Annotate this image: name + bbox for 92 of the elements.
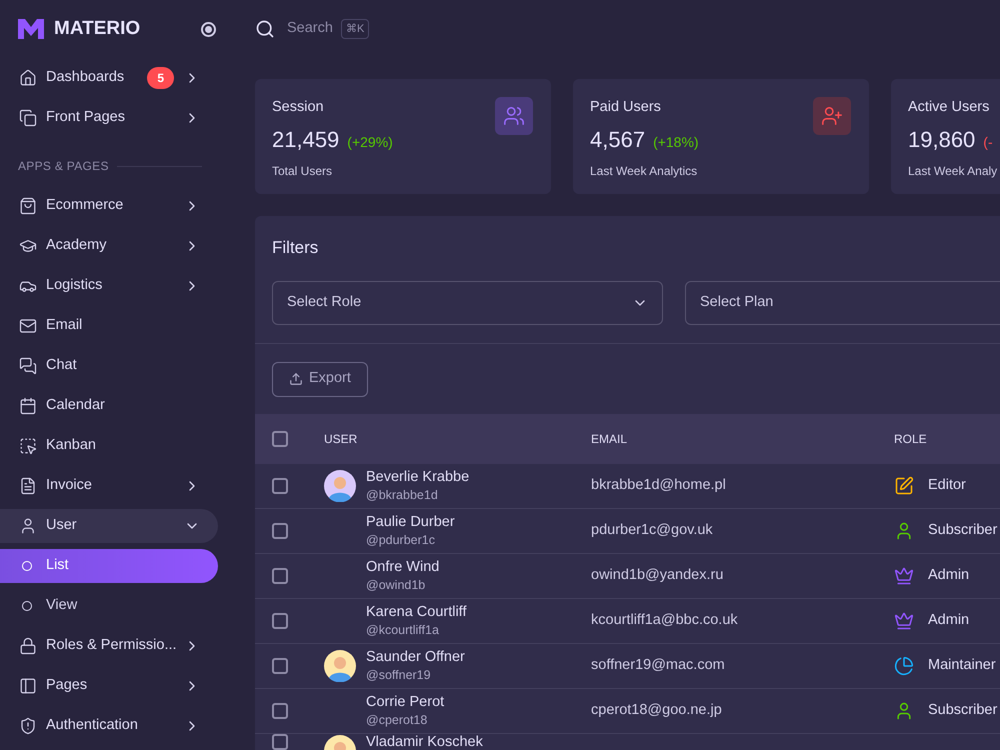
stat-value: 4,567 xyxy=(590,126,646,154)
checkbox[interactable] xyxy=(272,478,288,494)
checkbox[interactable] xyxy=(272,522,288,538)
calendar-icon xyxy=(19,397,37,415)
checkbox[interactable] xyxy=(272,568,288,584)
shopping-bag-icon xyxy=(19,197,37,215)
sidebar-item[interactable]: Calendar xyxy=(0,389,218,423)
logo-icon xyxy=(18,19,44,39)
lock-icon xyxy=(19,637,37,655)
sidebar-item[interactable]: User xyxy=(0,509,218,543)
panel-icon xyxy=(19,677,37,695)
graduation-cap-icon xyxy=(19,237,37,255)
sidebar-item[interactable]: Roles & Permissio... xyxy=(0,629,218,663)
table-cell-text: Admin xyxy=(928,610,970,630)
stat-title: Active Users xyxy=(908,98,990,117)
radio-icon[interactable] xyxy=(201,22,216,36)
sidebar-item[interactable]: Kanban xyxy=(0,429,218,463)
house-icon xyxy=(19,69,37,87)
user-handle: @soffner19 xyxy=(366,666,432,684)
table-cell-text: Editor xyxy=(928,476,966,495)
sidebar-item[interactable]: Email xyxy=(0,309,218,343)
sidebar-item[interactable]: Invoice xyxy=(0,469,218,503)
user-handle: @cperot18 xyxy=(366,712,428,728)
chat-icon xyxy=(19,357,37,375)
checkbox[interactable] xyxy=(272,702,288,718)
search-icon[interactable] xyxy=(255,19,275,39)
user-handle: @kcourtliff1a xyxy=(366,622,440,638)
upload-icon xyxy=(289,372,303,386)
sidebar-item[interactable]: Logistics xyxy=(0,269,218,303)
column-header: EMAIL xyxy=(591,430,628,448)
select-field[interactable]: Select Role xyxy=(272,280,663,324)
sidebar-subitem[interactable]: List xyxy=(0,549,218,583)
stat-value: 21,459 xyxy=(272,126,340,154)
user-name: Corrie Perot xyxy=(366,692,444,710)
stat-change: (+18%) xyxy=(653,132,699,152)
table-cell-text: pdurber1c@gov.uk xyxy=(591,520,714,540)
users-icon xyxy=(495,97,533,135)
user-icon xyxy=(19,517,37,535)
user-name: Saunder Offner xyxy=(366,648,465,666)
shield-icon xyxy=(19,717,37,735)
sidebar-item[interactable]: Authentication xyxy=(0,709,218,743)
card-title: Filters xyxy=(271,237,320,259)
user-name: Karena Courtliff xyxy=(366,602,466,620)
table-cell-text: Maintainer xyxy=(928,656,996,675)
table-cell-text: soffner19@mac.com xyxy=(591,656,726,675)
checkbox[interactable] xyxy=(272,734,288,750)
sidebar-item[interactable]: Front Pages xyxy=(0,101,218,135)
sidebar-item[interactable]: Dashboards 5 xyxy=(0,61,218,95)
table-cell-text: kcourtliff1a@bbc.co.uk xyxy=(591,610,739,630)
sidebar-item[interactable]: Ecommerce xyxy=(0,189,218,223)
user-name: Beverlie Krabbe xyxy=(366,468,470,486)
count-badge: 5 xyxy=(147,67,174,89)
user-handle: @bkrabbe1d xyxy=(366,486,439,504)
table-cell-text: cperot18@goo.ne.jp xyxy=(591,700,723,720)
sidebar-subitem[interactable]: View xyxy=(0,589,218,623)
table-cell-text: Admin xyxy=(928,566,970,585)
stat-value: 19,860 xyxy=(908,126,976,154)
sidebar-item[interactable]: Pages xyxy=(0,669,218,703)
user-name: Paulie Durber xyxy=(366,512,455,530)
column-header: ROLE xyxy=(894,430,927,448)
stat-caption: Last Week Analytics xyxy=(590,162,698,180)
sidebar-item[interactable]: Chat xyxy=(0,349,218,383)
column-header: USER xyxy=(324,430,358,448)
checkbox[interactable] xyxy=(272,612,288,628)
table-cell-text: bkrabbe1d@home.pl xyxy=(591,476,727,495)
user-name: Vladamir Koschek xyxy=(366,734,483,750)
select-field[interactable]: Select Plan xyxy=(685,280,1000,324)
app-title: MATERIO xyxy=(54,16,142,41)
stat-caption: Total Users xyxy=(272,162,332,180)
sidebar-item[interactable]: Academy xyxy=(0,229,218,263)
checkbox[interactable] xyxy=(272,658,288,674)
pages-icon xyxy=(19,109,37,127)
stat-title: Paid Users xyxy=(590,98,662,117)
mail-icon xyxy=(19,317,37,335)
table-cell-text: owind1b@yandex.ru xyxy=(591,566,724,585)
table-cell-text: Subscriber xyxy=(928,520,998,540)
user-handle: @owind1b xyxy=(366,576,426,594)
search-field[interactable]: Search ⌘K xyxy=(287,18,370,40)
stat-caption: Last Week Analy xyxy=(908,162,998,180)
stat-title: Session xyxy=(272,98,325,117)
user-plus-icon xyxy=(813,97,851,135)
user-handle: @pdurber1c xyxy=(366,532,436,548)
section-title: APPS & PAGES xyxy=(17,158,109,175)
checkbox[interactable] xyxy=(272,430,288,446)
shortcut-hint: ⌘K xyxy=(340,18,370,40)
dashed-pointer-icon xyxy=(19,437,37,455)
stat-change: (+29%) xyxy=(347,132,393,152)
table-cell-text: Subscriber xyxy=(928,700,998,720)
export-button[interactable]: Export xyxy=(272,362,368,396)
stat-change: (- xyxy=(983,132,993,152)
document-icon xyxy=(19,477,37,495)
user-name: Onfre Wind xyxy=(366,558,440,576)
